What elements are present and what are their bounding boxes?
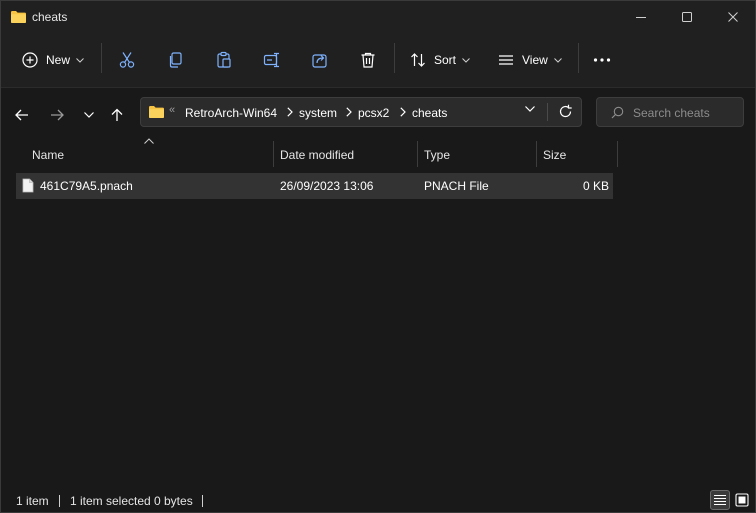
explorer-window: cheats New Sort View « RetroArch-Win64 s… bbox=[0, 0, 756, 513]
sort-label: Sort bbox=[434, 53, 457, 67]
tiles-view-button[interactable] bbox=[732, 490, 752, 510]
view-button[interactable]: View bbox=[498, 44, 562, 76]
arrow-right-icon bbox=[51, 109, 64, 121]
breadcrumb-system[interactable]: system bbox=[299, 106, 337, 120]
file-name[interactable]: 461C79A5.pnach bbox=[40, 179, 133, 193]
chevron-down-icon bbox=[76, 57, 84, 63]
chevron-right-icon[interactable] bbox=[400, 107, 406, 117]
new-label: New bbox=[46, 53, 71, 67]
folder-icon bbox=[148, 105, 165, 122]
column-header-type[interactable]: Type bbox=[418, 141, 536, 167]
column-header-date[interactable]: Date modified bbox=[274, 141, 417, 167]
folder-icon bbox=[10, 10, 27, 27]
trash-icon bbox=[361, 52, 375, 68]
close-button[interactable] bbox=[711, 1, 755, 33]
chevron-down-icon[interactable] bbox=[525, 106, 535, 112]
selection-size: 0 bytes bbox=[154, 494, 193, 508]
minimize-icon bbox=[636, 17, 646, 18]
details-view-button[interactable] bbox=[710, 490, 730, 510]
view-lines-icon bbox=[499, 55, 513, 65]
selection-count: 1 item selected bbox=[70, 494, 151, 508]
toolbar-divider bbox=[101, 43, 102, 73]
up-button[interactable] bbox=[105, 101, 129, 129]
column-size-label: Size bbox=[543, 148, 567, 162]
file-date: 26/09/2023 13:06 bbox=[280, 179, 374, 193]
search-box[interactable] bbox=[596, 97, 744, 127]
column-resizer[interactable] bbox=[617, 141, 618, 167]
maximize-button[interactable] bbox=[665, 1, 709, 33]
address-bar[interactable]: « RetroArch-Win64 system pcsx2 cheats bbox=[140, 97, 582, 127]
close-icon bbox=[728, 12, 738, 22]
rename-icon bbox=[263, 52, 279, 68]
maximize-icon bbox=[682, 12, 692, 22]
breadcrumb-pcsx2[interactable]: pcsx2 bbox=[358, 106, 389, 120]
sort-arrows-icon bbox=[411, 53, 425, 67]
search-icon bbox=[611, 106, 624, 119]
details-view-icon bbox=[714, 494, 726, 506]
address-divider bbox=[547, 103, 548, 121]
title-bar[interactable]: cheats bbox=[1, 1, 755, 33]
breadcrumb-cheats[interactable]: cheats bbox=[412, 106, 447, 120]
clipboard-icon bbox=[217, 51, 231, 68]
refresh-icon[interactable] bbox=[558, 104, 573, 119]
toolbar-divider bbox=[394, 43, 395, 73]
item-count: 1 item bbox=[16, 494, 49, 508]
scissors-icon bbox=[119, 52, 135, 68]
plus-circle-icon bbox=[22, 52, 38, 68]
column-header-name[interactable]: Name bbox=[16, 141, 273, 167]
command-bar: New Sort View bbox=[1, 33, 755, 87]
view-label: View bbox=[522, 53, 548, 67]
arrow-up-icon bbox=[111, 108, 123, 121]
toolbar-divider bbox=[578, 43, 579, 73]
cut-button[interactable] bbox=[118, 44, 136, 76]
minimize-button[interactable] bbox=[619, 1, 663, 33]
file-icon bbox=[22, 178, 34, 193]
status-divider bbox=[202, 495, 203, 507]
more-options-button[interactable] bbox=[593, 44, 611, 76]
column-name-label: Name bbox=[32, 148, 65, 162]
back-button[interactable] bbox=[10, 101, 34, 129]
chevron-down-icon bbox=[553, 57, 562, 63]
tiles-view-icon bbox=[735, 493, 749, 507]
paste-button[interactable] bbox=[215, 44, 233, 76]
search-input[interactable] bbox=[631, 103, 741, 123]
overflow-breadcrumb[interactable]: « bbox=[169, 104, 175, 116]
chevron-right-icon[interactable] bbox=[346, 107, 352, 117]
share-button[interactable] bbox=[311, 44, 329, 76]
new-button[interactable]: New bbox=[22, 44, 84, 76]
copy-button[interactable] bbox=[167, 44, 185, 76]
more-dots-icon bbox=[593, 58, 611, 62]
sort-button[interactable]: Sort bbox=[410, 44, 470, 76]
window-title: cheats bbox=[32, 10, 68, 24]
arrow-left-icon bbox=[15, 109, 28, 121]
delete-button[interactable] bbox=[359, 44, 377, 76]
file-row[interactable]: 461C79A5.pnach 26/09/2023 13:06 PNACH Fi… bbox=[16, 173, 613, 199]
chevron-right-icon[interactable] bbox=[287, 107, 293, 117]
breadcrumb-retroarch[interactable]: RetroArch-Win64 bbox=[185, 106, 277, 120]
copy-icon bbox=[169, 52, 182, 68]
rename-button[interactable] bbox=[263, 44, 281, 76]
column-date-label: Date modified bbox=[280, 148, 355, 162]
file-type: PNACH File bbox=[424, 179, 489, 193]
status-divider bbox=[59, 495, 60, 507]
column-type-label: Type bbox=[424, 148, 451, 162]
column-header-size[interactable]: Size bbox=[537, 141, 617, 167]
forward-button[interactable] bbox=[45, 101, 69, 129]
chevron-down-icon bbox=[462, 57, 470, 63]
recent-locations-button[interactable] bbox=[77, 101, 101, 129]
share-icon bbox=[312, 54, 327, 68]
status-bar: 1 item 1 item selected 0 bytes bbox=[1, 489, 755, 512]
file-size: 0 KB bbox=[582, 179, 609, 193]
chevron-down-icon bbox=[84, 112, 94, 118]
